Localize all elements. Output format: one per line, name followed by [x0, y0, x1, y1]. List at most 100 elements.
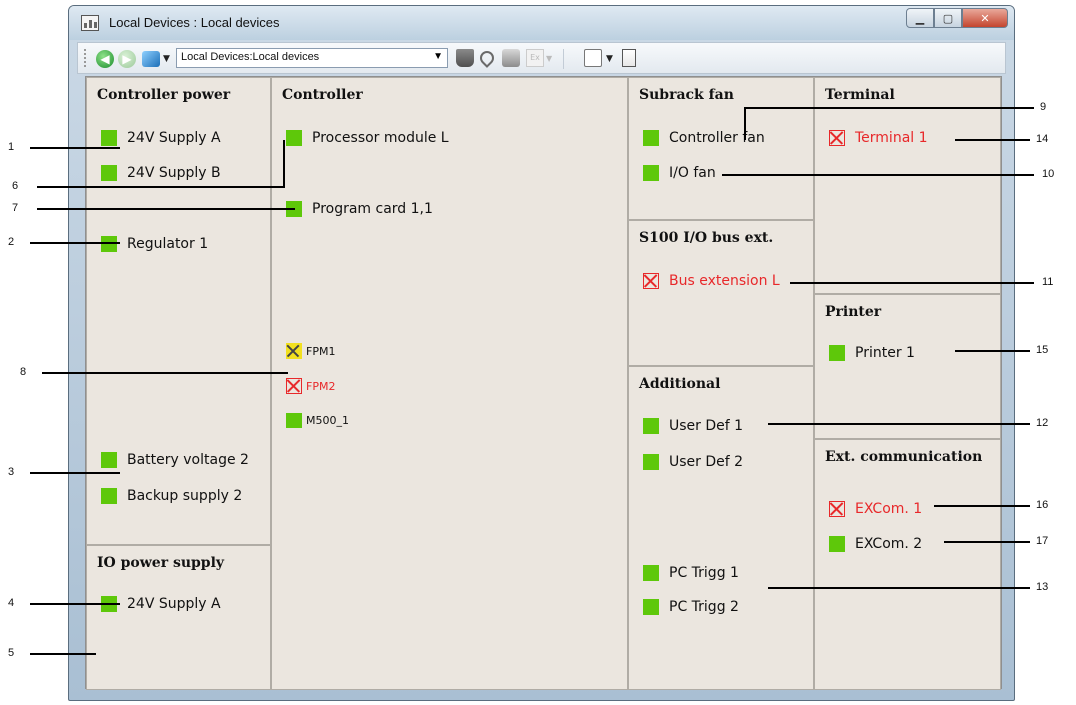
panel-title: Controller: [282, 87, 363, 103]
panel-title: IO power supply: [97, 555, 225, 571]
window-icon[interactable]: [584, 49, 602, 67]
panel-title: Ext. communication: [825, 449, 983, 465]
callout-line: [722, 174, 1034, 176]
callout-line: [744, 107, 1034, 109]
device-m500-1[interactable]: M500_1: [286, 413, 349, 428]
device-label: Printer 1: [855, 345, 915, 361]
callout-number: 1: [8, 141, 15, 153]
device-excom-2[interactable]: EXCom. 2: [829, 536, 922, 552]
status-ok-icon: [643, 454, 659, 470]
callout-number: 15: [1036, 344, 1049, 356]
maximize-button[interactable]: ▢: [934, 8, 962, 28]
panel-title: Terminal: [825, 87, 895, 103]
func-icon[interactable]: Ex: [526, 49, 544, 67]
callout-line: [934, 505, 1030, 507]
title-bar[interactable]: Local Devices : Local devices ▁ ▢ ✕: [69, 6, 1014, 40]
device-excom-1[interactable]: EXCom. 1: [829, 501, 922, 517]
status-ok-icon: [643, 599, 659, 615]
device-user-def-1[interactable]: User Def 1: [643, 418, 743, 434]
chevron-down-icon[interactable]: ▼: [606, 54, 613, 64]
cube-icon[interactable]: [142, 51, 160, 67]
device-terminal-1[interactable]: Terminal 1: [829, 130, 928, 146]
callout-line: [30, 472, 120, 474]
device-pc-trigg-1[interactable]: PC Trigg 1: [643, 565, 739, 581]
panel-printer: Printer Printer 1: [814, 294, 1001, 439]
status-warning-icon: [286, 343, 302, 359]
callout-number: 5: [8, 647, 15, 659]
status-ok-icon: [643, 565, 659, 581]
pin-icon[interactable]: [477, 48, 497, 68]
toolbar: ◀ ▶ ▼ Local Devices:Local devices ▼ Ex ▼…: [77, 42, 1006, 74]
forward-arrow-icon[interactable]: ▶: [118, 50, 136, 68]
panel-io-power-supply: IO power supply 24V Supply A: [86, 545, 271, 690]
panel-additional: Additional User Def 1 User Def 2 PC Trig…: [628, 366, 814, 690]
panel-controller: Controller Processor module L Program ca…: [271, 77, 628, 690]
panel-title: Printer: [825, 304, 882, 320]
device-24v-supply-a[interactable]: 24V Supply A: [101, 130, 221, 146]
device-label: Regulator 1: [127, 236, 209, 252]
device-label: Processor module L: [312, 130, 449, 146]
status-ok-icon: [829, 536, 845, 552]
status-ok-icon: [829, 345, 845, 361]
download-icon[interactable]: [456, 49, 474, 67]
device-label: Bus extension L: [669, 273, 780, 289]
device-user-def-2[interactable]: User Def 2: [643, 454, 743, 470]
callout-line: [30, 603, 120, 605]
callout-number: 12: [1036, 417, 1049, 429]
device-regulator-1[interactable]: Regulator 1: [101, 236, 208, 252]
device-label: User Def 2: [669, 454, 744, 470]
local-devices-window: Local Devices : Local devices ▁ ▢ ✕ ◀ ▶ …: [68, 5, 1015, 701]
chevron-down-icon[interactable]: ▼: [163, 54, 170, 64]
callout-number: 11: [1042, 276, 1054, 288]
status-ok-icon: [101, 165, 117, 181]
device-label: PC Trigg 2: [669, 599, 739, 615]
back-arrow-icon[interactable]: ◀: [96, 50, 114, 68]
device-24v-supply-b[interactable]: 24V Supply B: [101, 165, 221, 181]
panel-subrack-fan: Subrack fan Controller fan I/O fan: [628, 77, 814, 220]
status-ok-icon: [643, 130, 659, 146]
device-battery-voltage-2[interactable]: Battery voltage 2: [101, 452, 249, 468]
callout-line: [37, 186, 284, 188]
device-label: Controller fan: [669, 130, 765, 146]
device-fpm1[interactable]: FPM1: [286, 343, 335, 359]
device-label: Backup supply 2: [127, 488, 243, 504]
device-label: EXCom. 1: [855, 501, 923, 517]
status-error-icon: [643, 273, 659, 289]
device-pc-trigg-2[interactable]: PC Trigg 2: [643, 599, 739, 615]
device-io-fan[interactable]: I/O fan: [643, 165, 716, 181]
status-ok-icon: [643, 418, 659, 434]
device-backup-supply-2[interactable]: Backup supply 2: [101, 488, 242, 504]
status-error-icon: [829, 501, 845, 517]
device-fpm2[interactable]: FPM2: [286, 378, 335, 394]
panel-title: Additional: [639, 376, 721, 392]
device-controller-fan[interactable]: Controller fan: [643, 130, 765, 146]
device-printer-1[interactable]: Printer 1: [829, 345, 915, 361]
close-button[interactable]: ✕: [962, 8, 1008, 28]
callout-line: [955, 350, 1030, 352]
callout-line: [42, 372, 288, 374]
callout-line: [768, 423, 1030, 425]
callout-line: [37, 208, 295, 210]
callout-number: 13: [1036, 581, 1049, 593]
toolbar-grip[interactable]: [84, 49, 88, 67]
device-program-card[interactable]: Program card 1,1: [286, 201, 433, 217]
chevron-down-icon[interactable]: ▼: [546, 54, 552, 63]
callout-number: 3: [8, 466, 15, 478]
status-ok-icon: [101, 452, 117, 468]
minimize-button[interactable]: ▁: [906, 8, 934, 28]
callout-line: [790, 282, 1034, 284]
device-bus-extension-l[interactable]: Bus extension L: [643, 273, 780, 289]
status-ok-icon: [101, 488, 117, 504]
device-label: Terminal 1: [855, 130, 928, 146]
device-processor-module-l[interactable]: Processor module L: [286, 130, 449, 146]
print-icon[interactable]: [502, 49, 520, 67]
panel-title: S100 I/O bus ext.: [639, 230, 774, 246]
address-combo[interactable]: Local Devices:Local devices ▼: [176, 48, 448, 68]
chevron-down-icon[interactable]: ▼: [433, 51, 443, 62]
callout-line: [768, 587, 1030, 589]
device-label: M500_1: [306, 414, 349, 427]
document-icon[interactable]: [622, 49, 636, 67]
panel-title: Subrack fan: [639, 87, 734, 103]
address-value: Local Devices:Local devices: [181, 51, 320, 63]
callout-number: 4: [8, 597, 15, 609]
